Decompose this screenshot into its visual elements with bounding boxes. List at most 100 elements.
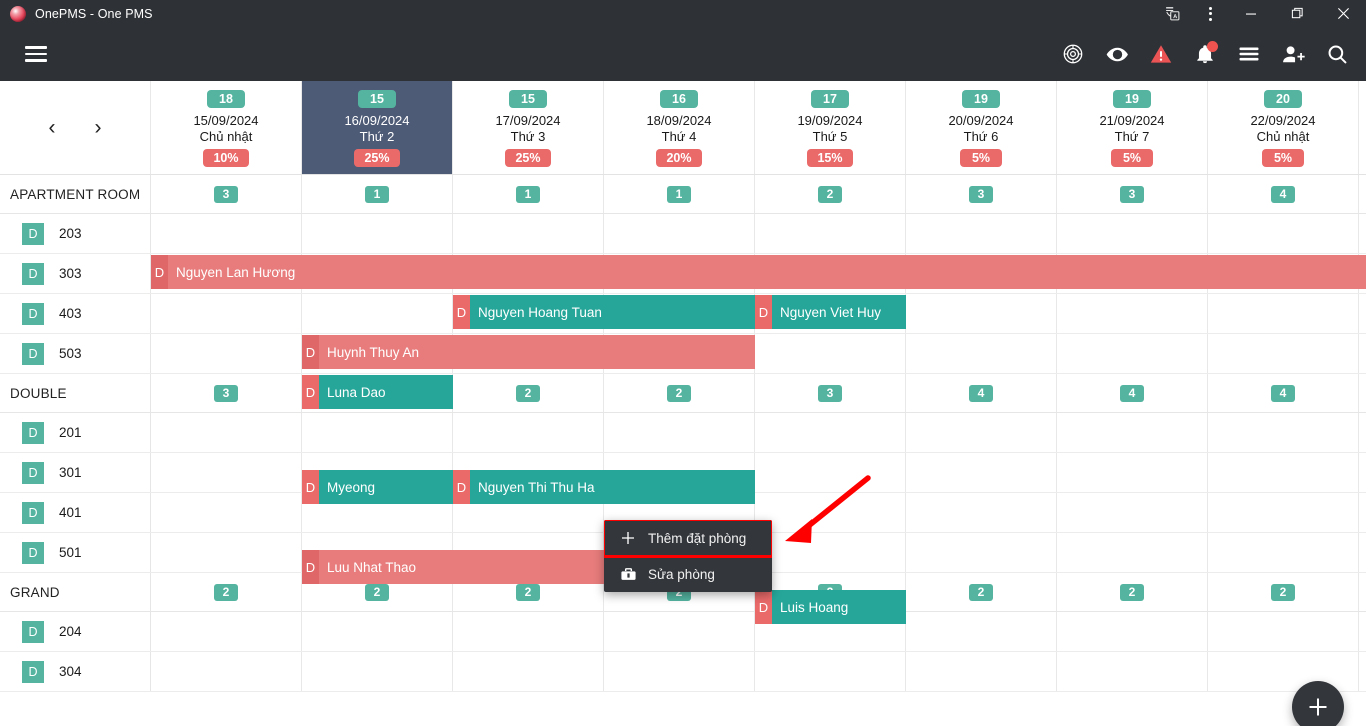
translate-icon[interactable] xyxy=(1152,0,1192,27)
add-user-icon[interactable] xyxy=(1274,35,1312,73)
room-day-cell[interactable] xyxy=(604,652,755,691)
room-number: 303 xyxy=(59,266,82,281)
more-options-icon[interactable] xyxy=(1192,0,1228,27)
date-column-17-09-2024[interactable]: 15 17/09/2024 Thứ 3 25% xyxy=(453,81,604,174)
room-day-cell[interactable] xyxy=(1057,493,1208,532)
room-day-cell[interactable] xyxy=(906,453,1057,492)
room-day-cell[interactable] xyxy=(906,294,1057,333)
radar-icon[interactable] xyxy=(1054,35,1092,73)
date-column-20-09-2024[interactable]: 19 20/09/2024 Thứ 6 5% xyxy=(906,81,1057,174)
room-row[interactable]: D 201 xyxy=(0,413,1366,453)
room-day-cell[interactable] xyxy=(1057,612,1208,651)
booking-bar[interactable]: D Nguyen Lan Hương xyxy=(151,255,1366,289)
room-day-cell[interactable] xyxy=(906,612,1057,651)
date-column-18-09-2024[interactable]: 16 18/09/2024 Thứ 4 20% xyxy=(604,81,755,174)
room-day-cell[interactable] xyxy=(906,533,1057,572)
room-day-cell[interactable] xyxy=(755,453,906,492)
context-menu-item-add-booking[interactable]: Thêm đặt phòng xyxy=(604,520,772,558)
room-day-cell[interactable] xyxy=(1057,294,1208,333)
room-day-cell[interactable] xyxy=(151,214,302,253)
room-day-cell[interactable] xyxy=(453,214,604,253)
room-day-cell[interactable] xyxy=(1208,413,1359,452)
room-day-cell[interactable] xyxy=(302,294,453,333)
room-day-cell[interactable] xyxy=(1057,413,1208,452)
eye-icon[interactable] xyxy=(1098,35,1136,73)
room-day-cell[interactable] xyxy=(1208,652,1359,691)
room-day-cell[interactable] xyxy=(1208,453,1359,492)
room-day-cell[interactable] xyxy=(1057,652,1208,691)
room-day-cell[interactable] xyxy=(755,214,906,253)
room-day-cell[interactable] xyxy=(1208,294,1359,333)
room-row[interactable]: D 203 xyxy=(0,214,1366,254)
room-day-cell[interactable] xyxy=(604,214,755,253)
room-day-cell[interactable] xyxy=(906,413,1057,452)
room-day-cell[interactable] xyxy=(302,413,453,452)
minimize-button[interactable] xyxy=(1228,0,1274,27)
list-icon[interactable] xyxy=(1230,35,1268,73)
booking-bar[interactable]: D Huynh Thuy An xyxy=(302,335,755,369)
weekday-label: Thứ 6 xyxy=(963,129,999,144)
date-column-16-09-2024[interactable]: 15 16/09/2024 Thứ 2 25% xyxy=(302,81,453,174)
booking-bar[interactable]: D Myeong xyxy=(302,470,453,504)
room-day-cell[interactable] xyxy=(906,652,1057,691)
section-name: GRAND xyxy=(10,584,60,600)
room-day-cell[interactable] xyxy=(906,334,1057,373)
booking-bar[interactable]: D Nguyen Viet Huy xyxy=(755,295,906,329)
room-day-cell[interactable] xyxy=(755,334,906,373)
date-column-19-09-2024[interactable]: 17 19/09/2024 Thứ 5 15% xyxy=(755,81,906,174)
room-day-cell[interactable] xyxy=(755,652,906,691)
date-column-22-09-2024[interactable]: 20 22/09/2024 Chủ nhật 5% xyxy=(1208,81,1359,174)
room-label-cell: D 304 xyxy=(0,652,151,691)
date-column-21-09-2024[interactable]: 19 21/09/2024 Thứ 7 5% xyxy=(1057,81,1208,174)
booking-bar[interactable]: D Nguyen Hoang Tuan xyxy=(453,295,755,329)
room-day-cell[interactable] xyxy=(755,533,906,572)
search-icon[interactable] xyxy=(1318,35,1356,73)
room-day-cell[interactable] xyxy=(1057,334,1208,373)
room-day-cell[interactable] xyxy=(453,652,604,691)
room-day-cell[interactable] xyxy=(151,493,302,532)
next-date-button[interactable]: › xyxy=(85,115,111,141)
room-row[interactable]: D 204 xyxy=(0,612,1366,652)
room-day-cell[interactable] xyxy=(1208,214,1359,253)
room-day-cell[interactable] xyxy=(453,612,604,651)
booking-bar[interactable]: D Luna Dao xyxy=(302,375,453,409)
booking-bar[interactable]: D Nguyen Thi Thu Ha xyxy=(453,470,755,504)
room-row[interactable]: D 304 xyxy=(0,652,1366,692)
room-day-cell[interactable] xyxy=(1057,214,1208,253)
date-column-15-09-2024[interactable]: 18 15/09/2024 Chủ nhật 10% xyxy=(151,81,302,174)
room-day-cell[interactable] xyxy=(604,413,755,452)
room-day-cell[interactable] xyxy=(755,413,906,452)
room-day-cell[interactable] xyxy=(151,453,302,492)
room-day-cell[interactable] xyxy=(302,652,453,691)
maximize-button[interactable] xyxy=(1274,0,1320,27)
room-day-cell[interactable] xyxy=(1208,493,1359,532)
room-day-cell[interactable] xyxy=(453,413,604,452)
close-button[interactable] xyxy=(1320,0,1366,27)
room-day-cell[interactable] xyxy=(906,493,1057,532)
booking-bar[interactable]: D Luis Hoang xyxy=(755,590,906,624)
room-day-cell[interactable] xyxy=(1208,334,1359,373)
calendar-icon[interactable] xyxy=(1359,81,1366,174)
room-day-cell[interactable] xyxy=(1057,453,1208,492)
room-day-cell[interactable] xyxy=(151,413,302,452)
room-day-cell[interactable] xyxy=(151,652,302,691)
room-day-cell[interactable] xyxy=(1208,612,1359,651)
warning-icon[interactable] xyxy=(1142,35,1180,73)
room-day-cell[interactable] xyxy=(1057,533,1208,572)
bell-icon[interactable] xyxy=(1186,35,1224,73)
room-day-cell[interactable] xyxy=(755,493,906,532)
prev-date-button[interactable]: ‹ xyxy=(39,115,65,141)
room-day-cell[interactable] xyxy=(302,612,453,651)
menu-icon[interactable] xyxy=(18,36,54,72)
room-day-cell[interactable] xyxy=(151,533,302,572)
room-day-cell[interactable] xyxy=(1208,533,1359,572)
room-day-cell[interactable] xyxy=(604,612,755,651)
room-day-cell[interactable] xyxy=(302,214,453,253)
room-day-cell[interactable] xyxy=(151,334,302,373)
context-menu-item-edit-room[interactable]: Sửa phòng xyxy=(604,556,772,592)
booking-bar[interactable]: D Luu Nhat Thao xyxy=(302,550,604,584)
room-day-cell[interactable] xyxy=(151,294,302,333)
room-day-cell[interactable] xyxy=(151,612,302,651)
add-button[interactable] xyxy=(1292,681,1344,726)
room-day-cell[interactable] xyxy=(906,214,1057,253)
